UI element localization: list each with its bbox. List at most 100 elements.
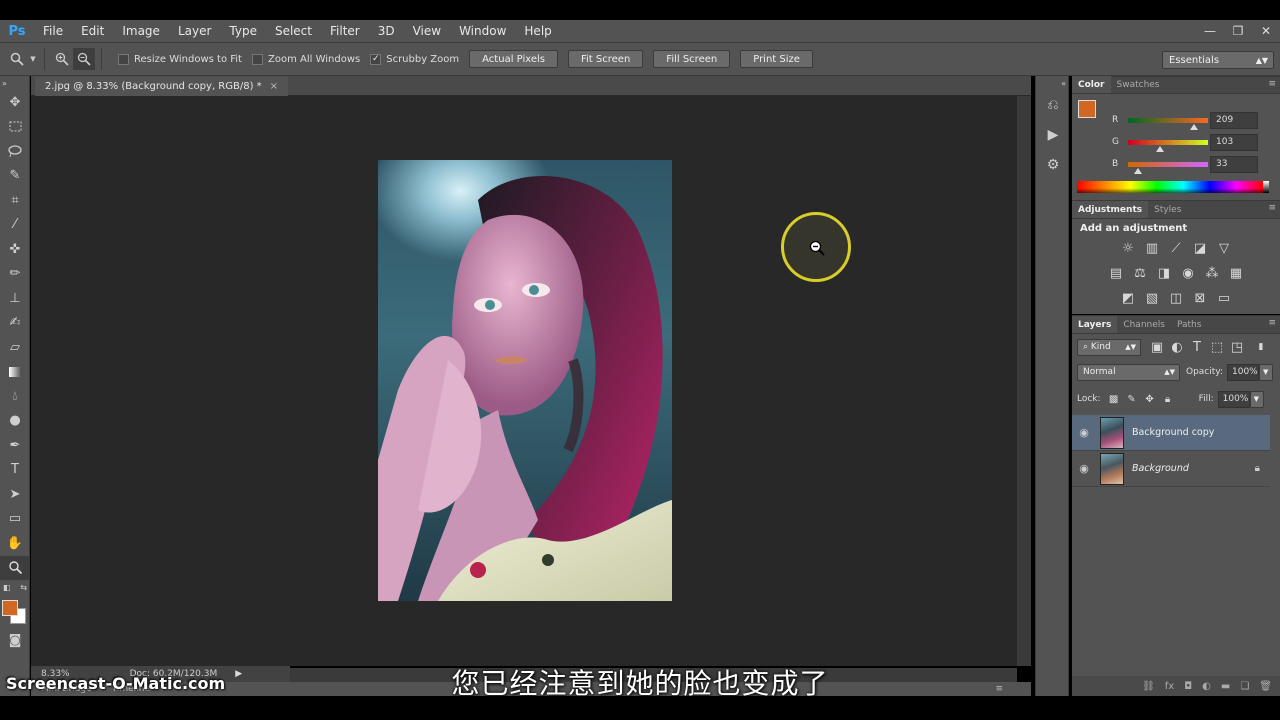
lasso-tool-icon[interactable] (0, 139, 30, 164)
menu-file[interactable]: File (34, 24, 72, 38)
zoom-out-icon[interactable] (73, 48, 95, 70)
zoom-tool-icon[interactable] (0, 555, 30, 580)
curves-icon[interactable]: ⟋ (1166, 239, 1186, 257)
lock-position-icon[interactable]: ✥ (1141, 390, 1159, 408)
panel-menu-icon[interactable]: ≡ (1268, 79, 1276, 89)
tab-adjustments[interactable]: Adjustments (1072, 201, 1149, 218)
checkbox-box[interactable] (251, 53, 263, 65)
green-value-input[interactable]: 103 (1210, 133, 1258, 151)
color-lookup-icon[interactable]: ▦ (1226, 264, 1246, 282)
resize-windows-checkbox[interactable]: Resize Windows to Fit (118, 53, 242, 65)
history-brush-tool-icon[interactable]: ✍ (0, 311, 30, 336)
lock-transparent-icon[interactable]: ▩ (1105, 390, 1123, 408)
filter-shape-icon[interactable]: ⬚ (1207, 338, 1227, 356)
eye-icon[interactable]: ◉ (1072, 462, 1096, 475)
menu-help[interactable]: Help (515, 24, 560, 38)
expand-arrows-icon[interactable]: « (1036, 76, 1070, 90)
channel-mixer-icon[interactable]: ⁂ (1202, 264, 1222, 282)
print-size-button[interactable]: Print Size (740, 50, 813, 68)
clone-stamp-tool-icon[interactable]: ⊥ (0, 286, 30, 311)
layer-row-background-copy[interactable]: ◉ Background copy (1072, 415, 1270, 451)
menu-layer[interactable]: Layer (169, 24, 220, 38)
scrubby-zoom-checkbox[interactable]: ✓ Scrubby Zoom (370, 53, 459, 65)
fill-screen-button[interactable]: Fill Screen (653, 50, 731, 68)
eraser-tool-icon[interactable]: ▱ (0, 335, 30, 360)
blue-slider[interactable] (1128, 161, 1208, 174)
workspace-select[interactable]: Essentials ▲▼ (1162, 51, 1274, 69)
menu-image[interactable]: Image (113, 24, 169, 38)
menu-edit[interactable]: Edit (72, 24, 113, 38)
move-tool-icon[interactable]: ✥ (0, 90, 30, 115)
gradient-tool-icon[interactable] (0, 360, 30, 385)
properties-panel-icon[interactable]: ⚙ (1036, 150, 1070, 180)
selective-color-icon[interactable]: ⊠ (1190, 289, 1210, 307)
hue-saturation-icon[interactable]: ▤ (1106, 264, 1126, 282)
spot-healing-tool-icon[interactable]: ✜ (0, 237, 30, 262)
slider-thumb[interactable] (1134, 167, 1143, 174)
restore-button[interactable]: ❐ (1224, 24, 1252, 38)
lock-image-icon[interactable]: ✎ (1123, 390, 1141, 408)
tab-color[interactable]: Color (1072, 76, 1111, 93)
exposure-icon[interactable]: ◪ (1190, 239, 1210, 257)
hand-tool-icon[interactable]: ✋ (0, 531, 30, 556)
tab-paths[interactable]: Paths (1171, 316, 1207, 333)
document-image[interactable] (378, 160, 672, 601)
preset-dropdown-icon[interactable]: ▼ (28, 48, 38, 70)
tab-channels[interactable]: Channels (1117, 316, 1171, 333)
opacity-input[interactable]: 100% (1227, 363, 1259, 381)
tab-styles[interactable]: Styles (1148, 201, 1187, 218)
filter-smart-object-icon[interactable]: ◳ (1227, 338, 1247, 356)
collapse-arrows-icon[interactable]: » (0, 76, 30, 90)
history-panel-icon[interactable]: ⎌ (1036, 90, 1070, 120)
tab-layers[interactable]: Layers (1072, 316, 1118, 333)
filter-pixel-icon[interactable]: ▣ (1147, 338, 1167, 356)
layer-row-background[interactable]: ◉ Background 🔒︎ (1072, 451, 1270, 487)
menu-3d[interactable]: 3D (369, 24, 404, 38)
lock-all-icon[interactable]: 🔒︎ (1159, 390, 1177, 408)
brush-tool-icon[interactable]: ✏ (0, 262, 30, 287)
filter-adjustment-icon[interactable]: ◐ (1167, 338, 1187, 356)
vertical-scrollbar[interactable] (1017, 96, 1031, 666)
checkbox-checked[interactable]: ✓ (370, 53, 382, 65)
zoom-in-icon[interactable] (51, 48, 73, 70)
blend-mode-select[interactable]: Normal ▲▼ (1077, 363, 1180, 381)
opacity-dropdown-icon[interactable]: ▼ (1259, 363, 1273, 381)
actual-pixels-button[interactable]: Actual Pixels (469, 50, 558, 68)
kind-filter-select[interactable]: ⌕ Kind ▲▼ (1077, 338, 1141, 356)
zoom-all-windows-checkbox[interactable]: Zoom All Windows (251, 53, 360, 65)
blue-value-input[interactable]: 33 (1210, 155, 1258, 173)
pen-tool-icon[interactable]: ✒ (0, 433, 30, 458)
quick-mask-icon[interactable]: ◙ (0, 628, 30, 653)
levels-icon[interactable]: ▥ (1142, 239, 1162, 257)
close-icon[interactable]: × (270, 81, 278, 92)
swap-colors-icon[interactable]: ◧ ⇆ (0, 580, 30, 594)
photo-filter-icon[interactable]: ◉ (1178, 264, 1198, 282)
checkbox-box[interactable] (118, 53, 129, 65)
panel-menu-icon[interactable]: ≡ (1268, 203, 1276, 213)
color-balance-icon[interactable]: ⚖ (1130, 264, 1150, 282)
foreground-color-swatch[interactable] (2, 600, 18, 616)
menu-window[interactable]: Window (450, 24, 515, 38)
menu-view[interactable]: View (404, 24, 450, 38)
foreground-color-swatch[interactable] (1078, 100, 1096, 118)
blur-tool-icon[interactable]: 💧︎ (0, 384, 30, 409)
quick-selection-tool-icon[interactable]: ✎ (0, 164, 30, 189)
color-spectrum-bar[interactable] (1077, 181, 1269, 193)
tab-swatches[interactable]: Swatches (1111, 76, 1166, 93)
close-button[interactable]: ✕ (1252, 24, 1280, 38)
fill-dropdown-icon[interactable]: ▼ (1249, 390, 1264, 408)
zoom-tool-preset-icon[interactable] (6, 48, 28, 70)
black-white-ramp[interactable] (1263, 181, 1269, 193)
vibrance-icon[interactable]: ▽ (1214, 239, 1234, 257)
panel-menu-icon[interactable]: ≡ (1268, 318, 1276, 328)
dodge-tool-icon[interactable]: ● (0, 409, 30, 434)
filter-toggle-icon[interactable]: ▮ (1251, 338, 1271, 356)
type-tool-icon[interactable]: T (0, 458, 30, 483)
marquee-tool-icon[interactable] (0, 115, 30, 140)
gradient-map-icon[interactable]: ▭ (1214, 289, 1234, 307)
rectangle-tool-icon[interactable]: ▭ (0, 507, 30, 532)
invert-icon[interactable]: ◩ (1118, 289, 1138, 307)
fit-screen-button[interactable]: Fit Screen (568, 50, 644, 68)
actions-panel-icon[interactable]: ▶ (1036, 120, 1070, 150)
crop-tool-icon[interactable]: ⌗ (0, 188, 30, 213)
